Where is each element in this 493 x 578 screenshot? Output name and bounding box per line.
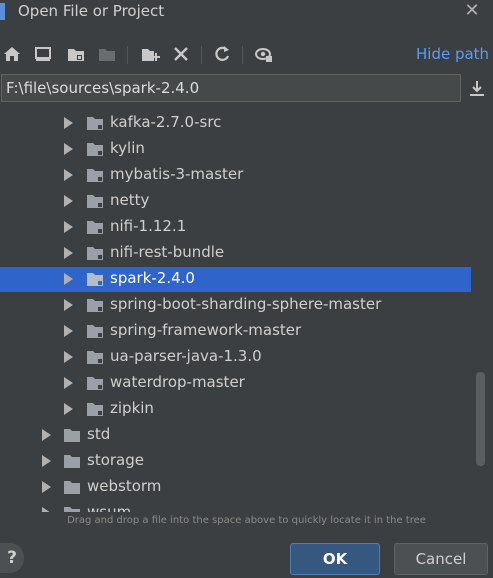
expand-arrow-icon[interactable] bbox=[64, 195, 73, 207]
folder-icon bbox=[87, 221, 103, 234]
expand-arrow-icon[interactable] bbox=[42, 481, 51, 493]
window-title: Open File or Project bbox=[18, 2, 165, 20]
tree-row[interactable]: spring-framework-master bbox=[0, 319, 471, 344]
expand-arrow-icon[interactable] bbox=[64, 325, 73, 337]
expand-arrow-icon[interactable] bbox=[64, 403, 73, 415]
refresh-icon[interactable] bbox=[212, 44, 232, 64]
tree-item-label: netty bbox=[110, 191, 150, 209]
cancel-button[interactable]: Cancel bbox=[394, 543, 488, 575]
expand-arrow-icon[interactable] bbox=[64, 247, 73, 259]
tree-item-label: waterdrop-master bbox=[110, 373, 245, 391]
expand-arrow-icon[interactable] bbox=[42, 507, 51, 512]
path-value: F:\file\sources\spark-2.4.0 bbox=[6, 79, 200, 97]
toolbar-separator bbox=[127, 46, 128, 64]
tree-row[interactable]: nifi-rest-bundle bbox=[0, 241, 471, 266]
tree-row[interactable]: mybatis-3-master bbox=[0, 163, 471, 188]
folder-icon bbox=[87, 325, 103, 338]
expand-arrow-icon[interactable] bbox=[64, 299, 73, 311]
expand-arrow-icon[interactable] bbox=[64, 351, 73, 363]
tree-item-label: ua-parser-java-1.3.0 bbox=[110, 347, 262, 365]
close-icon[interactable]: ✕ bbox=[462, 2, 482, 20]
show-hidden-icon[interactable] bbox=[254, 44, 274, 64]
hide-path-link[interactable]: Hide path bbox=[416, 45, 489, 63]
folder-icon bbox=[87, 377, 103, 390]
tree-row[interactable]: webstorm bbox=[0, 475, 471, 500]
tree-item-label: wsum bbox=[87, 503, 132, 512]
expand-arrow-icon[interactable] bbox=[64, 273, 73, 285]
tree-row[interactable]: ua-parser-java-1.3.0 bbox=[0, 345, 471, 370]
tree-item-label: spring-boot-sharding-sphere-master bbox=[110, 295, 382, 313]
delete-icon[interactable] bbox=[171, 44, 191, 64]
folder-icon bbox=[64, 507, 80, 512]
tree-item-label: spring-framework-master bbox=[110, 321, 302, 339]
expand-arrow-icon[interactable] bbox=[42, 455, 51, 467]
folder-icon bbox=[87, 299, 103, 312]
folder-icon bbox=[64, 455, 80, 468]
tree-row[interactable]: kylin bbox=[0, 137, 471, 162]
tree-item-label: mybatis-3-master bbox=[110, 165, 244, 183]
folder-icon bbox=[64, 429, 80, 442]
title-bar: Open File or Project ✕ bbox=[0, 0, 493, 26]
tree-item-label: spark-2.4.0 bbox=[110, 269, 195, 287]
path-input[interactable]: F:\file\sources\spark-2.4.0 bbox=[1, 74, 461, 102]
desktop-icon[interactable] bbox=[33, 44, 53, 64]
expand-arrow-icon[interactable] bbox=[64, 221, 73, 233]
tree-row[interactable]: kafka-2.7.0-src bbox=[0, 111, 471, 136]
new-folder-icon[interactable] bbox=[140, 44, 160, 64]
tree-item-label: zipkin bbox=[110, 399, 154, 417]
folder-icon bbox=[87, 117, 103, 130]
folder-icon bbox=[64, 481, 80, 494]
tree-item-label: nifi-1.12.1 bbox=[110, 217, 187, 235]
scrollbar-thumb[interactable] bbox=[476, 372, 485, 466]
tree-item-label: std bbox=[87, 425, 111, 443]
home-icon[interactable] bbox=[2, 44, 22, 64]
tree-row[interactable]: waterdrop-master bbox=[0, 371, 471, 396]
tree-row[interactable]: zipkin bbox=[0, 397, 471, 422]
expand-arrow-icon[interactable] bbox=[64, 143, 73, 155]
folder-icon bbox=[87, 403, 103, 416]
tree-item-label: storage bbox=[87, 451, 144, 469]
drag-drop-hint: Drag and drop a file into the space abov… bbox=[67, 515, 426, 526]
file-tree[interactable]: kafka-2.7.0-src kylin mybatis-3-master n… bbox=[0, 110, 471, 512]
tree-row[interactable]: netty bbox=[0, 189, 471, 214]
tree-row-selected[interactable]: spark-2.4.0 bbox=[0, 267, 471, 292]
project-folder-icon[interactable] bbox=[66, 44, 86, 64]
folder-icon bbox=[87, 273, 103, 286]
tree-item-label: kafka-2.7.0-src bbox=[110, 113, 222, 131]
tree-row[interactable]: storage bbox=[0, 449, 471, 474]
expand-arrow-icon[interactable] bbox=[64, 169, 73, 181]
ok-button[interactable]: OK bbox=[290, 543, 380, 575]
folder-icon bbox=[87, 351, 103, 364]
expand-arrow-icon[interactable] bbox=[64, 117, 73, 129]
tree-item-label: webstorm bbox=[87, 477, 162, 495]
tree-row[interactable]: std bbox=[0, 423, 471, 448]
folder-icon bbox=[87, 169, 103, 182]
tree-row[interactable]: nifi-1.12.1 bbox=[0, 215, 471, 240]
toolbar-separator bbox=[201, 46, 202, 64]
tree-row[interactable]: spring-boot-sharding-sphere-master bbox=[0, 293, 471, 318]
module-folder-icon[interactable] bbox=[97, 44, 117, 64]
download-icon[interactable] bbox=[468, 79, 486, 99]
tree-item-label: nifi-rest-bundle bbox=[110, 243, 225, 261]
expand-arrow-icon[interactable] bbox=[64, 377, 73, 389]
tree-row[interactable]: wsum bbox=[0, 501, 471, 512]
toolbar-separator bbox=[242, 46, 243, 64]
folder-icon bbox=[87, 143, 103, 156]
app-icon bbox=[0, 3, 5, 20]
help-button[interactable]: ? bbox=[0, 543, 24, 573]
folder-icon bbox=[87, 195, 103, 208]
tree-item-label: kylin bbox=[110, 139, 145, 157]
folder-icon bbox=[87, 247, 103, 260]
expand-arrow-icon[interactable] bbox=[42, 429, 51, 441]
